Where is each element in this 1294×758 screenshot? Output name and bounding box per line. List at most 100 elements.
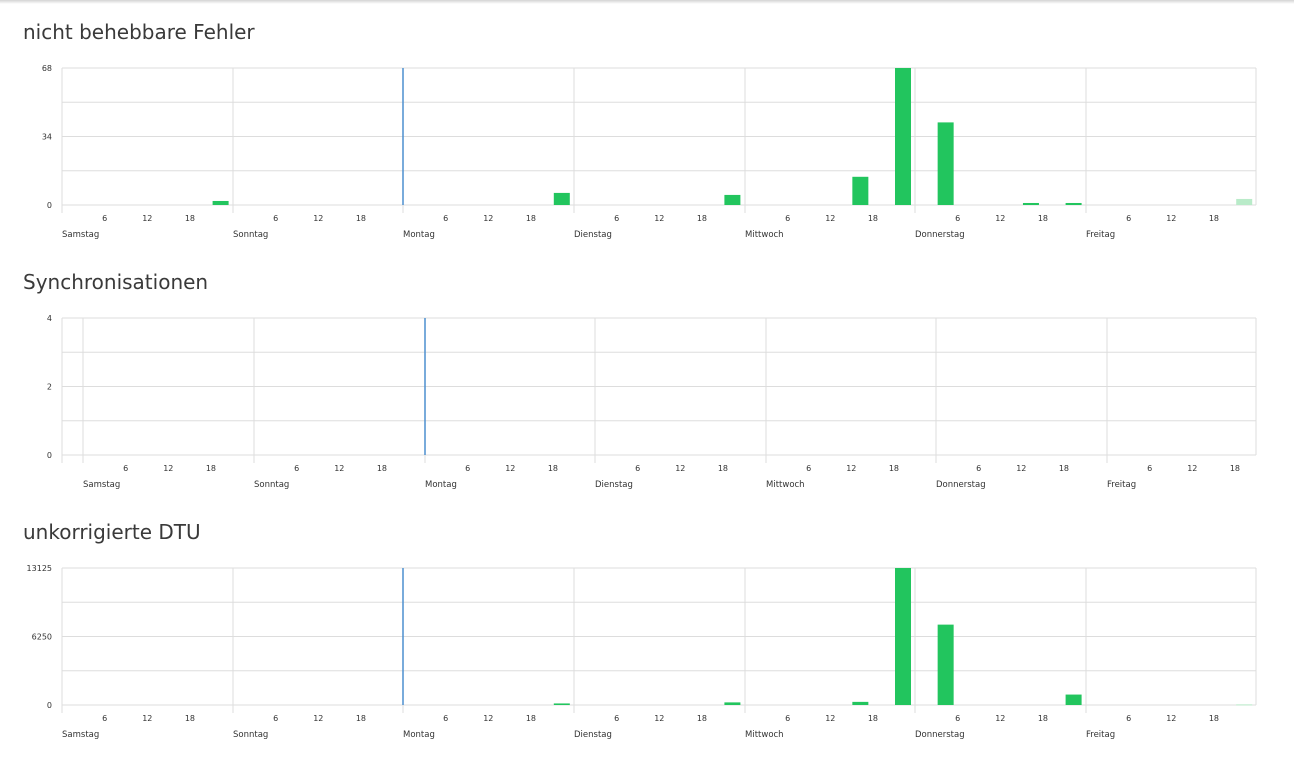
bar bbox=[1236, 704, 1253, 706]
day-label: Donnerstag bbox=[915, 730, 965, 740]
hour-tick-label: 18 bbox=[377, 464, 387, 473]
hour-tick-label: 18 bbox=[718, 464, 728, 473]
day-label: Dienstag bbox=[574, 730, 612, 740]
hour-tick-label: 6 bbox=[273, 714, 278, 723]
hour-tick-label: 18 bbox=[1059, 464, 1069, 473]
hour-tick-label: 6 bbox=[614, 214, 619, 223]
hour-tick-label: 12 bbox=[505, 464, 515, 473]
hour-tick-label: 18 bbox=[697, 714, 707, 723]
hour-tick-label: 6 bbox=[614, 714, 619, 723]
day-label: Montag bbox=[403, 730, 435, 740]
hour-tick-label: 6 bbox=[976, 464, 981, 473]
day-label: Mittwoch bbox=[745, 730, 784, 740]
chart-unkorrigierte-dtu: Samstag6 12 18Sonntag6 12 18Montag6 12 18Diens… bbox=[27, 564, 1257, 740]
hour-tick-label: 18 bbox=[1038, 214, 1048, 223]
hour-tick-label: 12 bbox=[483, 214, 493, 223]
day-label: Dienstag bbox=[595, 480, 633, 490]
hour-tick-label: 12 bbox=[1166, 214, 1176, 223]
day-label: Samstag bbox=[62, 730, 99, 740]
day-label: Freitag bbox=[1086, 730, 1115, 740]
chart-title-synchronisationen: Synchronisationen bbox=[23, 270, 209, 294]
hour-tick-label: 12 bbox=[654, 714, 664, 723]
day-label: Dienstag bbox=[574, 230, 612, 240]
hour-tick-label: 18 bbox=[185, 714, 195, 723]
chart-title-fehler: nicht behebbare Fehler bbox=[23, 20, 255, 44]
hour-tick-label: 12 bbox=[142, 214, 152, 223]
hour-tick-label: 6 bbox=[955, 714, 960, 723]
day-label: Donnerstag bbox=[936, 480, 986, 490]
bar bbox=[852, 701, 869, 705]
hour-tick-label: 6 bbox=[273, 214, 278, 223]
day-label: Samstag bbox=[62, 230, 99, 240]
day-label: Montag bbox=[403, 230, 435, 240]
bar bbox=[1236, 198, 1253, 205]
bar bbox=[553, 192, 570, 205]
hour-tick-label: 6 bbox=[785, 214, 790, 223]
hour-tick-label: 6 bbox=[465, 464, 470, 473]
hour-tick-label: 12 bbox=[313, 714, 323, 723]
hour-tick-label: 18 bbox=[526, 714, 536, 723]
bar bbox=[1022, 202, 1039, 205]
bar bbox=[937, 122, 954, 205]
y-tick-label: 4 bbox=[47, 314, 52, 323]
bar bbox=[724, 194, 741, 205]
hour-tick-label: 6 bbox=[806, 464, 811, 473]
hour-tick-label: 12 bbox=[825, 214, 835, 223]
hour-tick-label: 18 bbox=[206, 464, 216, 473]
hour-tick-label: 6 bbox=[955, 214, 960, 223]
hour-tick-label: 18 bbox=[1209, 214, 1219, 223]
hour-tick-label: 6 bbox=[443, 714, 448, 723]
hour-tick-label: 12 bbox=[163, 464, 173, 473]
hour-tick-label: 6 bbox=[1126, 714, 1131, 723]
day-label: Freitag bbox=[1086, 230, 1115, 240]
hour-tick-label: 18 bbox=[1230, 464, 1240, 473]
y-tick-label: 0 bbox=[47, 701, 52, 710]
y-tick-label: 6250 bbox=[32, 633, 52, 642]
day-label: Sonntag bbox=[233, 730, 268, 740]
bar bbox=[852, 176, 869, 205]
hour-tick-label: 12 bbox=[483, 714, 493, 723]
hour-tick-label: 18 bbox=[1209, 714, 1219, 723]
y-tick-label: 0 bbox=[47, 201, 52, 210]
bar bbox=[895, 568, 911, 705]
chart-nicht-behebbare-fehler: Samstag6 12 18Sonntag6 12 18Montag6 12 18Diens… bbox=[42, 64, 1257, 240]
y-tick-label: 34 bbox=[42, 133, 52, 142]
y-tick-label: 13125 bbox=[27, 564, 52, 573]
hour-tick-label: 12 bbox=[825, 714, 835, 723]
hour-tick-label: 18 bbox=[868, 214, 878, 223]
hour-tick-label: 12 bbox=[1187, 464, 1197, 473]
hour-tick-label: 6 bbox=[102, 714, 107, 723]
hour-tick-label: 12 bbox=[995, 214, 1005, 223]
hour-tick-label: 18 bbox=[889, 464, 899, 473]
hour-tick-label: 12 bbox=[142, 714, 152, 723]
day-label: Freitag bbox=[1107, 480, 1136, 490]
bar bbox=[212, 200, 229, 205]
day-label: Mittwoch bbox=[745, 230, 784, 240]
hour-tick-label: 6 bbox=[102, 214, 107, 223]
chart-title-dtu: unkorrigierte DTU bbox=[23, 520, 201, 544]
day-label: Sonntag bbox=[233, 230, 268, 240]
y-tick-label: 0 bbox=[47, 451, 52, 460]
day-label: Samstag bbox=[83, 480, 120, 490]
y-tick-label: 68 bbox=[42, 64, 52, 73]
hour-tick-label: 6 bbox=[294, 464, 299, 473]
day-label: Donnerstag bbox=[915, 230, 965, 240]
hour-tick-label: 6 bbox=[635, 464, 640, 473]
y-tick-label: 2 bbox=[47, 383, 52, 392]
hour-tick-label: 12 bbox=[654, 214, 664, 223]
bar bbox=[895, 68, 911, 205]
hour-tick-label: 12 bbox=[1016, 464, 1026, 473]
bar bbox=[1065, 202, 1082, 205]
hour-tick-label: 6 bbox=[123, 464, 128, 473]
day-label: Montag bbox=[425, 480, 457, 490]
hour-tick-label: 12 bbox=[313, 214, 323, 223]
hour-tick-label: 6 bbox=[785, 714, 790, 723]
hour-tick-label: 18 bbox=[868, 714, 878, 723]
hour-tick-label: 18 bbox=[356, 214, 366, 223]
hour-tick-label: 12 bbox=[675, 464, 685, 473]
hour-tick-label: 12 bbox=[1166, 714, 1176, 723]
hour-tick-label: 12 bbox=[846, 464, 856, 473]
top-shadow bbox=[0, 0, 1294, 4]
hour-tick-label: 18 bbox=[185, 214, 195, 223]
hour-tick-label: 12 bbox=[995, 714, 1005, 723]
